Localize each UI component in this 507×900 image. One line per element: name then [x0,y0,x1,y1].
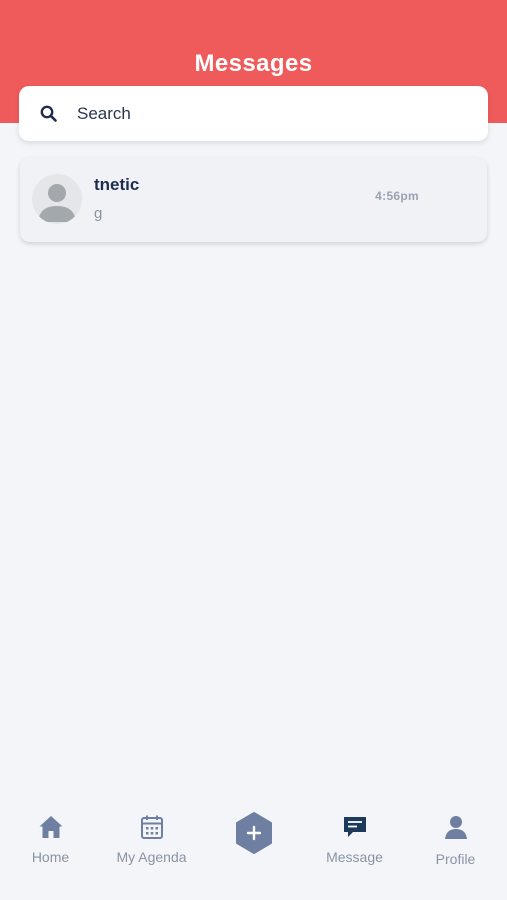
tab-message[interactable]: Message [304,776,405,900]
tab-home[interactable]: Home [0,776,101,900]
conversation-item[interactable]: tnetic g 4:56pm [20,158,487,242]
message-icon [342,814,368,840]
tab-my-agenda-label: My Agenda [116,849,187,865]
tab-home-label: Home [31,849,70,865]
search-bar[interactable] [19,86,488,141]
search-input[interactable] [77,100,457,128]
message-time: 4:56pm [375,189,419,203]
plus-icon [236,812,272,854]
calendar-icon [139,814,165,840]
contact-name: tnetic [94,175,140,194]
tab-profile-label: Profile [435,851,476,867]
default-user-avatar-icon [32,174,82,224]
tab-my-agenda[interactable]: My Agenda [101,776,202,900]
home-icon [38,814,64,840]
profile-icon [443,814,469,840]
add-button[interactable] [235,812,273,854]
page-title: Messages [194,50,313,77]
message-preview: g [94,205,103,222]
search-icon [40,105,57,122]
tab-message-label: Message [326,849,383,865]
tab-profile[interactable]: Profile [405,776,506,900]
